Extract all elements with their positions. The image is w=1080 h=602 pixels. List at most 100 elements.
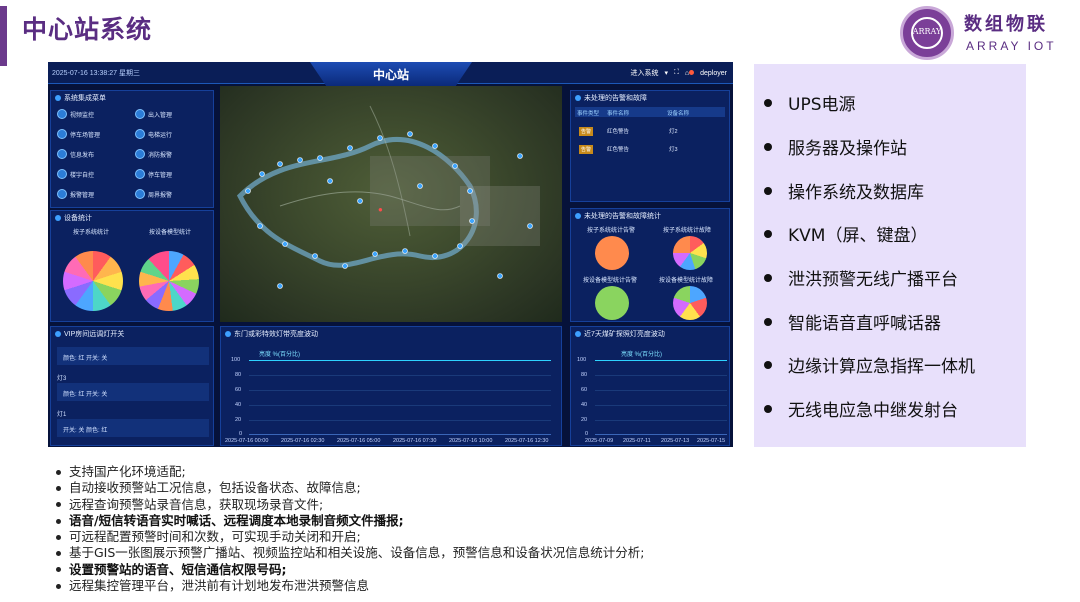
- dashboard-title-box: 中心站: [310, 62, 472, 86]
- menu-item-elevator[interactable]: 电梯运行: [135, 129, 172, 139]
- brightness-xtick: 2025-07-16 12:30: [505, 438, 549, 444]
- week-xtick: 2025-07-15: [697, 438, 726, 444]
- component-item: 智能语音直呼喊话器: [764, 309, 941, 334]
- alarm-stats-pie-1[interactable]: [595, 236, 629, 270]
- menu-item-alarm[interactable]: 报警管理: [57, 189, 94, 199]
- menu-item-parking[interactable]: 停车管理: [135, 169, 172, 179]
- feature-item: 远程集控管理平台，泄洪前有计划地发布泄洪预警信息: [56, 578, 776, 594]
- week-ytick: 60: [581, 387, 588, 393]
- alarm-stats-pie-3[interactable]: [595, 286, 629, 320]
- brightness-ytick: 0: [239, 431, 243, 437]
- model-pie-chart[interactable]: [139, 251, 199, 311]
- gis-map[interactable]: ●: [220, 86, 562, 322]
- alarm-row-2-name[interactable]: 红色警告: [607, 145, 629, 153]
- feature-item: 语音/短信转语音实时喊话、远程调度本地录制音频文件播报;: [56, 513, 776, 529]
- map-overlay: ●: [236, 105, 540, 289]
- bell-icon[interactable]: ⌂: [685, 69, 695, 77]
- alarm-row-1-name[interactable]: 红色警告: [607, 127, 629, 135]
- fullscreen-icon[interactable]: ⛶: [674, 69, 679, 77]
- component-item: 边缘计算应急指挥一体机: [764, 352, 975, 377]
- brightness-ytick: 60: [235, 387, 242, 393]
- feature-item: 远程查询预警站录音信息，获取现场录音文件;: [56, 497, 776, 513]
- alarm-stats-label-1: 按子系统统计告警: [587, 228, 636, 234]
- menu-item-access[interactable]: 出入管理: [135, 109, 172, 119]
- menu-item-parking-lot[interactable]: 停车场管理: [57, 129, 100, 139]
- alarm-table-panel: 未处理的告警和故障 事件类型 事件名称 设备名称 告警 红色警告 灯2 告警 红…: [570, 90, 730, 202]
- user-menu[interactable]: deployer: [700, 70, 727, 77]
- week-grid: [595, 390, 727, 391]
- menu-item-fire[interactable]: 消防报警: [135, 149, 172, 159]
- brightness-series-line: [249, 360, 551, 361]
- feature-item: 自动接收预警站工况信息，包括设备状态、故障信息;: [56, 480, 776, 496]
- feature-item: 设置预警站的语音、短信通信权限号码;: [56, 562, 776, 578]
- alarm-row-1-type: 告警: [579, 127, 594, 136]
- fence-icon: [135, 189, 145, 199]
- brightness-ytick: 80: [235, 372, 242, 378]
- system-menu-panel: 系统集成菜单 视频监控 出入管理 停车场管理 电梯运行 信息发布 消防报警 楼宇…: [50, 90, 214, 208]
- vip-lamp-label-1: 灯3: [57, 376, 67, 382]
- component-item: 服务器及操作站: [764, 134, 907, 159]
- door-icon: [135, 109, 145, 119]
- alarm-stats-panel: 未处理的告警和故障统计 按子系统统计告警 按子系统统计故障 按设备模型统计告警 …: [570, 208, 730, 322]
- logo-badge-text: ARRAY: [912, 27, 942, 36]
- alarm-stats-pie-4[interactable]: [673, 286, 707, 320]
- brightness-chart-title: 东门或彩特效灯带亮度波动: [225, 329, 318, 339]
- week-grid: [595, 405, 727, 406]
- component-item: 无线电应急中继发射台: [764, 396, 958, 421]
- menu-item-building[interactable]: 楼宇自控: [57, 169, 94, 179]
- subsystem-pie-chart[interactable]: [63, 251, 123, 311]
- enter-system-link[interactable]: 进入系统: [630, 68, 658, 78]
- week-xtick: 2025-07-09: [585, 438, 614, 444]
- week-xtick: 2025-07-13: [661, 438, 690, 444]
- week-grid: [595, 375, 727, 376]
- vip-row-1[interactable]: 颜色: 红 开关: 关: [57, 347, 209, 365]
- dashboard-topbar: 2025-07-16 13:38:27 星期三 中心站 进入系统 ▾ ⛶ ⌂ d…: [48, 62, 733, 86]
- alarm-col-name: 事件名称: [607, 111, 630, 117]
- alarm-col-type: 事件类型: [577, 111, 600, 117]
- week-series-line: [595, 360, 727, 361]
- brightness-grid: [249, 405, 551, 406]
- menu-item-video[interactable]: 视频监控: [57, 109, 94, 119]
- vip-light-panel: VIP房间远调灯开关 颜色: 红 开关: 关 灯3 颜色: 红 开关: 关 灯1…: [50, 326, 214, 446]
- brightness-grid: [249, 390, 551, 391]
- brightness-ytick: 40: [235, 402, 242, 408]
- week-ytick: 80: [581, 372, 588, 378]
- week-ytick: 40: [581, 402, 588, 408]
- company-logo: ARRAY 数组物联 ARRAY IOT: [898, 4, 1076, 62]
- logo-badge-icon: ARRAY: [900, 6, 954, 60]
- monitor-icon: [57, 149, 67, 159]
- alarm-table-title: 未处理的告警和故障: [575, 93, 647, 103]
- dashboard-toolbar: 进入系统 ▾ ⛶ ⌂ deployer: [630, 68, 727, 78]
- device-stats-right-label: 按设备模型统计: [149, 230, 192, 236]
- week-chart-panel: 近7天煤矿探照灯亮度波动 亮度 %(百分比) 100 80 60 40 20 0…: [570, 326, 730, 446]
- feature-list: 支持国产化环境适配; 自动接收预警站工况信息，包括设备状态、故障信息; 远程查询…: [56, 464, 776, 594]
- week-grid: [595, 420, 727, 421]
- dashboard-title: 中心站: [372, 68, 409, 82]
- fire-icon: [135, 149, 145, 159]
- vip-row-3[interactable]: 开关: 关 颜色: 红: [57, 419, 209, 437]
- brightness-grid: [249, 420, 551, 421]
- menu-item-perimeter[interactable]: 周界报警: [135, 189, 172, 199]
- brightness-x-axis: [249, 434, 551, 435]
- building-icon: [57, 169, 67, 179]
- alarm-icon: [57, 189, 67, 199]
- feature-item: 基于GIS一张图展示预警广播站、视频监控站和相关设施、设备信息，预警信息和设备状…: [56, 545, 776, 561]
- brightness-xtick: 2025-07-16 05:00: [337, 438, 381, 444]
- alarm-stats-pie-2[interactable]: [673, 236, 707, 270]
- brightness-legend: 亮度 %(百分比): [259, 352, 300, 358]
- feature-item: 支持国产化环境适配;: [56, 464, 776, 480]
- component-item: KVM（屏、键盘）: [764, 221, 927, 246]
- camera-icon: [57, 109, 67, 119]
- component-list-panel: UPS电源 服务器及操作站 操作系统及数据库 KVM（屏、键盘） 泄洪预警无线广…: [754, 64, 1026, 447]
- dashboard-screenshot: 2025-07-16 13:38:27 星期三 中心站 进入系统 ▾ ⛶ ⌂ d…: [48, 62, 733, 447]
- dashboard-datetime: 2025-07-16 13:38:27 星期三: [52, 70, 140, 77]
- chevron-down-icon[interactable]: ▾: [664, 69, 668, 77]
- logo-cn-text: 数组物联: [964, 14, 1048, 35]
- vip-row-2[interactable]: 颜色: 红 开关: 关: [57, 383, 209, 401]
- device-stats-panel: 设备统计 按子系统统计 按设备模型统计: [50, 210, 214, 322]
- alarm-row-2-device: 灯3: [669, 147, 678, 153]
- week-ytick: 0: [585, 431, 589, 437]
- menu-item-info[interactable]: 信息发布: [57, 149, 94, 159]
- device-stats-left-label: 按子系统统计: [73, 230, 110, 236]
- brightness-xtick: 2025-07-16 00:00: [225, 438, 269, 444]
